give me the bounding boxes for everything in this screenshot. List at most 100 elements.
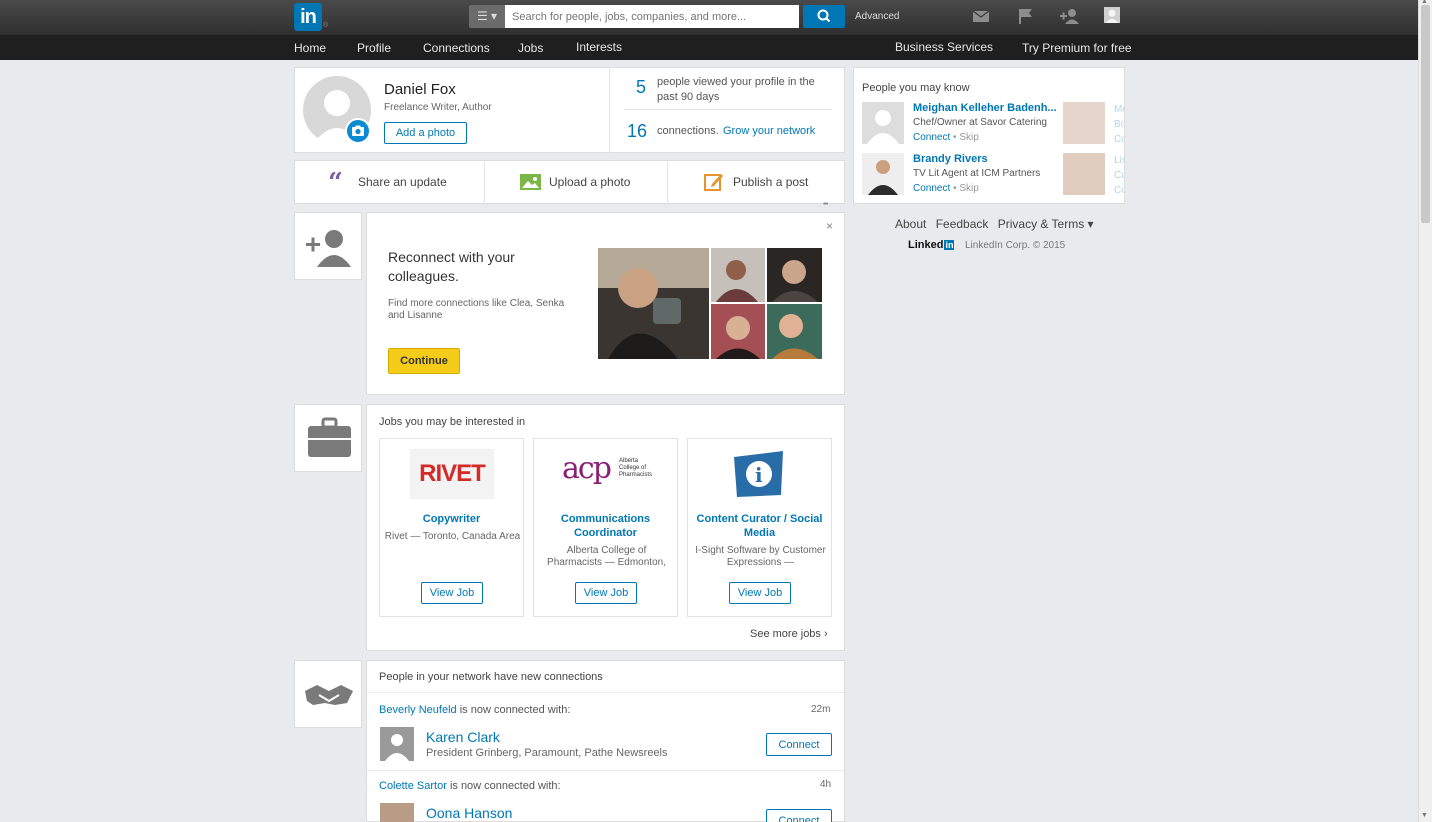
pymk-card: People you may know Meighan Kelleher Bad… <box>853 67 1125 204</box>
messages-icon[interactable] <box>972 8 990 24</box>
pymk-connect-link[interactable]: Connect <box>913 132 950 143</box>
scrollbar-thumb[interactable] <box>1421 5 1430 223</box>
job-card-2[interactable]: acp Alberta College of Pharmacists Commu… <box>533 438 678 617</box>
nav-home[interactable]: Home <box>294 41 326 55</box>
connector-name-link[interactable]: Colette Sartor <box>379 780 447 792</box>
pymk-name-link[interactable]: Meighan Kelleher Badenh... <box>913 102 1057 114</box>
search-button[interactable] <box>803 5 845 28</box>
profile-views-text[interactable]: people viewed your profile in the past 9… <box>657 75 827 105</box>
profile-divider <box>609 67 610 153</box>
jobs-header: Jobs you may be interested in <box>379 416 526 428</box>
network-update-2: Colette Sartor is now connected with: <box>379 780 561 792</box>
connections-count[interactable]: 16 <box>627 121 647 142</box>
pymk-avatar[interactable] <box>862 153 904 195</box>
search-input[interactable] <box>505 5 799 28</box>
job-card-1[interactable]: RIVET Copywriter Rivet — Toronto, Canada… <box>379 438 524 617</box>
search-category-menu-icon[interactable]: ☰ ▾ <box>469 5 505 28</box>
person-avatar[interactable] <box>380 803 414 822</box>
view-job-button[interactable]: View Job <box>575 582 637 604</box>
nav-interests[interactable]: Interests <box>576 40 622 54</box>
footer-links: About Feedback Privacy & Terms ▾ <box>895 217 1094 231</box>
connect-button[interactable]: Connect <box>766 733 832 756</box>
pymk-next-text: LisCuCo <box>1114 155 1124 196</box>
pymk-title: TV Lit Agent at ICM Partners <box>913 168 1041 179</box>
search-icon <box>817 9 831 23</box>
stats-divider <box>624 109 832 110</box>
footer-privacy-link[interactable]: Privacy & Terms ▾ <box>998 217 1094 231</box>
pymk-title: Chef/Owner at Savor Catering <box>913 117 1047 128</box>
more-options-icon[interactable]: ••• <box>823 201 828 208</box>
share-update-button[interactable]: “ Share an update <box>294 160 484 204</box>
share-update-label: Share an update <box>358 175 447 189</box>
nav-jobs[interactable]: Jobs <box>518 41 543 55</box>
person-name-link[interactable]: Karen Clark <box>426 729 500 745</box>
close-icon[interactable]: × <box>826 219 833 233</box>
notifications-flag-icon[interactable] <box>1017 8 1035 24</box>
job-title[interactable]: Content Curator / Social Media <box>688 512 831 540</box>
pymk-avatar[interactable] <box>862 102 904 144</box>
view-job-button[interactable]: View Job <box>421 582 483 604</box>
pymk-actions: Connect • Skip <box>913 183 979 194</box>
handshake-icon <box>305 685 353 705</box>
person-avatar[interactable] <box>380 727 414 761</box>
job-card-3[interactable]: i Content Curator / Social Media I-Sight… <box>687 438 832 617</box>
nav-business-services[interactable]: Business Services <box>895 40 993 54</box>
job-title[interactable]: Copywriter <box>380 512 523 526</box>
pymk-skip-link[interactable]: Skip <box>959 132 978 143</box>
nav-try-premium[interactable]: Try Premium for free <box>1022 41 1132 55</box>
colleague-photo-3 <box>767 248 822 302</box>
rivet-logo: RIVET <box>410 449 494 499</box>
network-header: People in your network have new connecti… <box>379 671 603 683</box>
isight-logo: i <box>731 449 786 499</box>
nav-connections[interactable]: Connections <box>423 41 490 55</box>
footer-feedback-link[interactable]: Feedback <box>936 217 989 231</box>
nav-profile[interactable]: Profile <box>357 41 391 55</box>
svg-text:i: i <box>755 463 763 487</box>
profile-name[interactable]: Daniel Fox <box>384 81 456 98</box>
job-company: Alberta College of Pharmacists — Edmonto… <box>547 545 666 568</box>
profile-headline: Freelance Writer, Author <box>384 102 492 113</box>
colleague-photo-5 <box>767 304 822 359</box>
pymk-connect-link[interactable]: Connect <box>913 183 950 194</box>
person-photo <box>868 160 898 195</box>
publish-post-button[interactable]: Publish a post <box>668 160 845 204</box>
add-person-icon <box>306 230 351 267</box>
see-more-jobs-link[interactable]: See more jobs › <box>750 628 828 640</box>
logo-registered-mark: ® <box>323 22 329 29</box>
advanced-search-link[interactable]: Advanced <box>855 11 899 22</box>
profile-views-count[interactable]: 5 <box>636 77 646 98</box>
footer-about-link[interactable]: About <box>895 217 926 231</box>
quote-icon: “ <box>328 168 343 198</box>
main-nav: Home Profile Connections Jobs Interests … <box>0 35 1418 60</box>
upload-photo-button[interactable]: Upload a photo <box>485 160 667 204</box>
reconnect-title: Reconnect with your colleagues. <box>388 249 515 284</box>
network-update-1: Beverly Neufeld is now connected with: <box>379 704 571 716</box>
view-job-button[interactable]: View Job <box>729 582 791 604</box>
pymk-name-link[interactable]: Brandy Rivers <box>913 153 988 165</box>
pymk-skip-link[interactable]: Skip <box>959 183 978 194</box>
scroll-up-arrow-icon[interactable]: ▲ <box>1421 0 1428 5</box>
add-photo-button[interactable]: Add a photo <box>384 122 467 144</box>
scroll-down-arrow-icon[interactable]: ▼ <box>1421 812 1428 819</box>
account-avatar-icon[interactable] <box>1103 7 1121 23</box>
pymk-next-avatar[interactable] <box>1063 102 1105 144</box>
grow-network-link[interactable]: Grow your network <box>723 125 815 137</box>
reconnect-text: Find more connections like Clea, Senka a… <box>388 298 565 321</box>
add-connections-icon[interactable] <box>1060 8 1080 24</box>
camera-icon[interactable] <box>345 118 371 144</box>
network-divider <box>367 692 844 693</box>
person-name-link[interactable]: Oona Hanson <box>426 805 512 821</box>
update-time: 22m <box>811 704 831 715</box>
pymk-next-avatar[interactable] <box>1063 153 1105 195</box>
publish-post-label: Publish a post <box>733 175 809 189</box>
linkedin-logo[interactable]: in <box>294 3 322 31</box>
update-time: 4h <box>820 779 832 790</box>
person-title: President Grinberg, Paramount, Pathe New… <box>426 747 668 759</box>
colleague-photo-large <box>598 248 709 359</box>
connect-button[interactable]: Connect <box>766 809 832 822</box>
continue-button[interactable]: Continue <box>388 348 460 374</box>
network-divider-2 <box>367 770 844 771</box>
job-title[interactable]: Communications Coordinator <box>534 512 677 540</box>
connector-name-link[interactable]: Beverly Neufeld <box>379 704 457 716</box>
person-silhouette-icon <box>867 110 899 144</box>
